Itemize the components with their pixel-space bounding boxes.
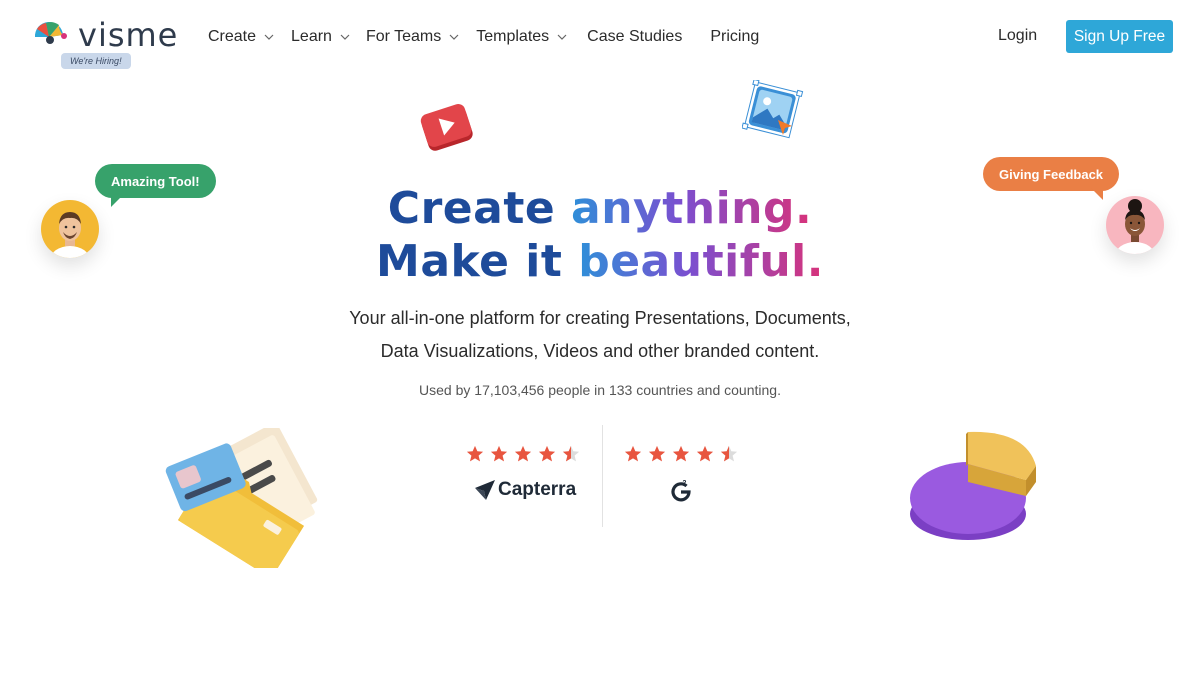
chevron-down-icon xyxy=(449,34,459,40)
subtitle-line: Data Visualizations, Videos and other br… xyxy=(380,341,820,361)
hero-title-line-2: Make it beautiful. xyxy=(0,236,1200,287)
star-icon xyxy=(696,445,714,462)
bubble-text: Giving Feedback xyxy=(999,166,1104,182)
star-icon xyxy=(466,445,484,462)
menu-item-create[interactable]: Create xyxy=(208,28,274,46)
login-link[interactable]: Login xyxy=(998,27,1037,45)
image-icon xyxy=(742,80,804,139)
visme-logo[interactable]: visme We're Hiring! xyxy=(30,16,185,72)
menu-item-label: For Teams xyxy=(365,28,442,45)
hiring-badge[interactable]: We're Hiring! xyxy=(61,53,131,69)
capterra-logo[interactable]: Capterra xyxy=(474,479,576,501)
hero-title-word: Make it xyxy=(376,236,563,287)
star-icon xyxy=(490,445,508,462)
subtitle-line: Your all-in-one platform for creating Pr… xyxy=(349,308,851,328)
star-rating xyxy=(624,445,744,463)
menu-item-case-studies[interactable]: Case Studies xyxy=(587,28,682,46)
star-rating xyxy=(466,445,586,463)
menu-item-for-teams[interactable]: For Teams xyxy=(366,28,459,46)
star-icon xyxy=(538,445,556,462)
hero-title-word: Create xyxy=(387,183,556,234)
visme-logo-mark-icon xyxy=(34,21,67,44)
menu-item-label: Create xyxy=(208,28,257,45)
menu-item-label: Case Studies xyxy=(587,28,683,45)
menu-item-learn[interactable]: Learn xyxy=(291,28,350,46)
capterra-rating xyxy=(466,445,586,463)
menu-item-label: Templates xyxy=(476,28,550,45)
ratings-divider xyxy=(602,425,603,527)
star-icon xyxy=(672,445,690,462)
half-star-icon xyxy=(562,445,580,462)
hero-title-line-1: Create anything. xyxy=(0,183,1200,234)
hero-title-highlight: anything. xyxy=(571,183,813,234)
capterra-logo-icon xyxy=(475,480,495,500)
sign-up-button[interactable]: Sign Up Free xyxy=(1066,20,1173,53)
chevron-down-icon xyxy=(340,34,350,40)
top-navigation: visme We're Hiring! Create Learn For Tea… xyxy=(0,0,1200,75)
star-icon xyxy=(514,445,532,462)
main-menu: Create Learn For Teams Templates Case St… xyxy=(208,26,759,48)
folder-icon xyxy=(165,428,318,568)
chevron-down-icon xyxy=(557,34,567,40)
svg-text:2: 2 xyxy=(683,480,687,487)
capterra-wordmark: Capterra xyxy=(498,479,577,500)
logo-wordmark: visme xyxy=(78,16,179,54)
play-icon xyxy=(420,104,473,151)
menu-item-pricing[interactable]: Pricing xyxy=(710,28,759,46)
star-icon xyxy=(648,445,666,462)
menu-item-label: Pricing xyxy=(710,28,760,45)
menu-item-label: Learn xyxy=(291,28,332,45)
menu-item-templates[interactable]: Templates xyxy=(476,28,567,46)
star-icon xyxy=(624,445,642,462)
half-star-icon xyxy=(720,445,738,462)
hero-subtitle: Your all-in-one platform for creating Pr… xyxy=(300,302,900,368)
g2-logo-icon[interactable]: 2 xyxy=(669,478,693,502)
g2-rating xyxy=(624,445,744,463)
usage-stat: Used by 17,103,456 people in 133 countri… xyxy=(419,382,781,398)
hero-title-highlight: beautiful. xyxy=(578,236,824,287)
chevron-down-icon xyxy=(264,34,274,40)
pie-chart-icon xyxy=(910,431,1036,540)
